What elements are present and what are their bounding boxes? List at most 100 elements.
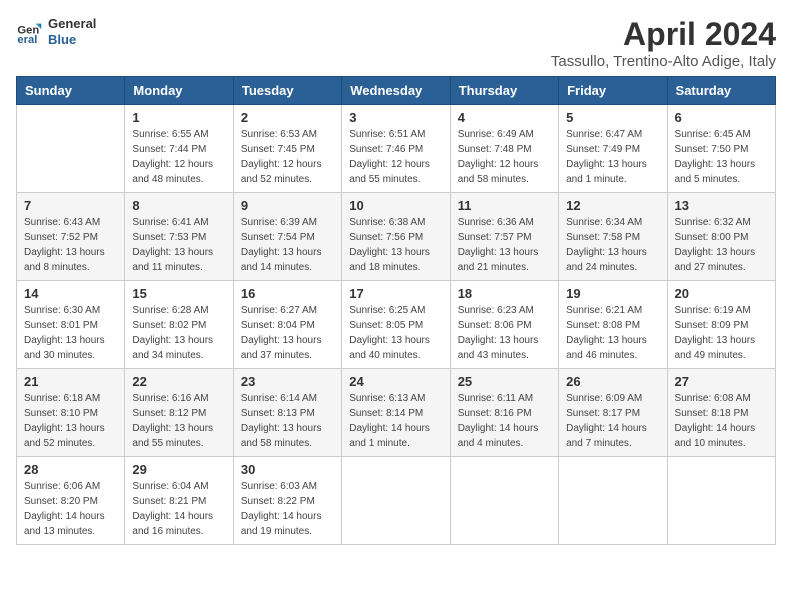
calendar-cell: 21 Sunrise: 6:18 AM Sunset: 8:10 PM Dayli… [17,369,125,457]
page-header: Gen eral General Blue April 2024 Tassull… [16,16,776,70]
calendar-cell: 8Sunrise: 6:41 AM Sunset: 7:53 PM Daylig… [125,193,233,281]
day-info: Sunrise: 6:18 AM Sunset: 8:10 PM Dayligh… [24,391,117,451]
calendar-cell [342,457,450,545]
day-info: Sunrise: 6:30 AM Sunset: 8:01 PM Dayligh… [24,303,117,363]
calendar-cell: 19 Sunrise: 6:21 AM Sunset: 8:08 PM Dayli… [559,281,667,369]
day-number: 1 [132,110,225,125]
calendar-cell [17,105,125,193]
calendar-cell: 14 Sunrise: 6:30 AM Sunset: 8:01 PM Dayli… [17,281,125,369]
day-number: 18 [458,286,551,301]
day-info: Sunrise: 6:03 AM Sunset: 8:22 PM Dayligh… [241,479,334,539]
calendar-cell: 1 Sunrise: 6:55 AM Sunset: 7:44 PM Daylig… [125,105,233,193]
calendar-cell: 5 Sunrise: 6:47 AM Sunset: 7:49 PM Daylig… [559,105,667,193]
calendar-cell: 16 Sunrise: 6:27 AM Sunset: 8:04 PM Dayli… [233,281,341,369]
calendar-cell: 10Sunrise: 6:38 AM Sunset: 7:56 PM Dayli… [342,193,450,281]
day-info: Sunrise: 6:32 AM Sunset: 8:00 PM Dayligh… [675,215,768,275]
calendar-cell: 6 Sunrise: 6:45 AM Sunset: 7:50 PM Daylig… [667,105,775,193]
day-number: 2 [241,110,334,125]
day-number: 6 [675,110,768,125]
calendar-cell: 22 Sunrise: 6:16 AM Sunset: 8:12 PM Dayli… [125,369,233,457]
calendar-cell: 2 Sunrise: 6:53 AM Sunset: 7:45 PM Daylig… [233,105,341,193]
day-number: 29 [132,462,225,477]
day-number: 30 [241,462,334,477]
month-title: April 2024 [551,16,776,53]
calendar-week-row: 14 Sunrise: 6:30 AM Sunset: 8:01 PM Dayli… [17,281,776,369]
day-info: Sunrise: 6:36 AM Sunset: 7:57 PM Dayligh… [458,215,551,275]
day-number: 4 [458,110,551,125]
day-info: Sunrise: 6:45 AM Sunset: 7:50 PM Dayligh… [675,127,768,187]
day-number: 22 [132,374,225,389]
day-info: Sunrise: 6:16 AM Sunset: 8:12 PM Dayligh… [132,391,225,451]
calendar-cell: 13 Sunrise: 6:32 AM Sunset: 8:00 PM Dayli… [667,193,775,281]
calendar-cell: 27 Sunrise: 6:08 AM Sunset: 8:18 PM Dayli… [667,369,775,457]
day-info: Sunrise: 6:43 AM Sunset: 7:52 PM Dayligh… [24,215,117,275]
calendar-cell: 7 Sunrise: 6:43 AM Sunset: 7:52 PM Daylig… [17,193,125,281]
calendar-cell: 26Sunrise: 6:09 AM Sunset: 8:17 PM Dayli… [559,369,667,457]
day-info: Sunrise: 6:04 AM Sunset: 8:21 PM Dayligh… [132,479,225,539]
day-info: Sunrise: 6:21 AM Sunset: 8:08 PM Dayligh… [566,303,659,363]
day-number: 25 [458,374,551,389]
day-number: 26 [566,374,659,389]
day-number: 14 [24,286,117,301]
logo-line1: General [48,16,96,32]
day-header-sunday: Sunday [17,77,125,105]
calendar-cell [667,457,775,545]
day-info: Sunrise: 6:25 AM Sunset: 8:05 PM Dayligh… [349,303,442,363]
day-info: Sunrise: 6:23 AM Sunset: 8:06 PM Dayligh… [458,303,551,363]
calendar-cell: 17Sunrise: 6:25 AM Sunset: 8:05 PM Dayli… [342,281,450,369]
day-info: Sunrise: 6:14 AM Sunset: 8:13 PM Dayligh… [241,391,334,451]
day-number: 23 [241,374,334,389]
day-info: Sunrise: 6:41 AM Sunset: 7:53 PM Dayligh… [132,215,225,275]
day-number: 9 [241,198,334,213]
calendar-cell: 25Sunrise: 6:11 AM Sunset: 8:16 PM Dayli… [450,369,558,457]
day-number: 10 [349,198,442,213]
calendar-week-row: 7 Sunrise: 6:43 AM Sunset: 7:52 PM Daylig… [17,193,776,281]
day-info: Sunrise: 6:27 AM Sunset: 8:04 PM Dayligh… [241,303,334,363]
calendar-cell: 24Sunrise: 6:13 AM Sunset: 8:14 PM Dayli… [342,369,450,457]
day-info: Sunrise: 6:08 AM Sunset: 8:18 PM Dayligh… [675,391,768,451]
day-header-monday: Monday [125,77,233,105]
day-header-saturday: Saturday [667,77,775,105]
day-info: Sunrise: 6:06 AM Sunset: 8:20 PM Dayligh… [24,479,117,539]
calendar-cell: 12Sunrise: 6:34 AM Sunset: 7:58 PM Dayli… [559,193,667,281]
day-info: Sunrise: 6:55 AM Sunset: 7:44 PM Dayligh… [132,127,225,187]
calendar-cell: 30 Sunrise: 6:03 AM Sunset: 8:22 PM Dayli… [233,457,341,545]
day-number: 27 [675,374,768,389]
calendar-cell [559,457,667,545]
day-number: 28 [24,462,117,477]
day-number: 16 [241,286,334,301]
day-info: Sunrise: 6:19 AM Sunset: 8:09 PM Dayligh… [675,303,768,363]
day-number: 13 [675,198,768,213]
title-area: April 2024 Tassullo, Trentino-Alto Adige… [551,16,776,70]
day-header-thursday: Thursday [450,77,558,105]
calendar-cell: 29 Sunrise: 6:04 AM Sunset: 8:21 PM Dayli… [125,457,233,545]
calendar-week-row: 1 Sunrise: 6:55 AM Sunset: 7:44 PM Daylig… [17,105,776,193]
calendar-cell: 4 Sunrise: 6:49 AM Sunset: 7:48 PM Daylig… [450,105,558,193]
day-info: Sunrise: 6:49 AM Sunset: 7:48 PM Dayligh… [458,127,551,187]
svg-text:eral: eral [17,34,37,46]
day-number: 12 [566,198,659,213]
day-header-tuesday: Tuesday [233,77,341,105]
calendar-cell: 15Sunrise: 6:28 AM Sunset: 8:02 PM Dayli… [125,281,233,369]
day-number: 7 [24,198,117,213]
day-info: Sunrise: 6:51 AM Sunset: 7:46 PM Dayligh… [349,127,442,187]
calendar-cell: 9 Sunrise: 6:39 AM Sunset: 7:54 PM Daylig… [233,193,341,281]
logo-text: General Blue [48,16,96,47]
day-number: 5 [566,110,659,125]
logo-icon: Gen eral [16,18,44,46]
logo-line2: Blue [48,32,96,48]
day-number: 21 [24,374,117,389]
day-info: Sunrise: 6:53 AM Sunset: 7:45 PM Dayligh… [241,127,334,187]
calendar-cell: 23 Sunrise: 6:14 AM Sunset: 8:13 PM Dayli… [233,369,341,457]
calendar-week-row: 28 Sunrise: 6:06 AM Sunset: 8:20 PM Dayli… [17,457,776,545]
day-info: Sunrise: 6:13 AM Sunset: 8:14 PM Dayligh… [349,391,442,451]
day-info: Sunrise: 6:47 AM Sunset: 7:49 PM Dayligh… [566,127,659,187]
day-number: 15 [132,286,225,301]
location-title: Tassullo, Trentino-Alto Adige, Italy [551,53,776,70]
day-number: 19 [566,286,659,301]
calendar-cell: 20Sunrise: 6:19 AM Sunset: 8:09 PM Dayli… [667,281,775,369]
calendar-cell: 18 Sunrise: 6:23 AM Sunset: 8:06 PM Dayli… [450,281,558,369]
day-info: Sunrise: 6:39 AM Sunset: 7:54 PM Dayligh… [241,215,334,275]
day-number: 3 [349,110,442,125]
calendar-cell: 3 Sunrise: 6:51 AM Sunset: 7:46 PM Daylig… [342,105,450,193]
